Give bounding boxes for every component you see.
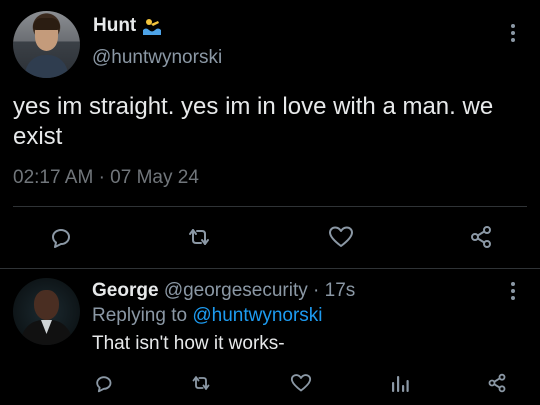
swimmer-emoji-icon xyxy=(142,16,162,36)
replying-to-label: Replying to xyxy=(92,305,188,326)
reply-text: That isn't how it works- xyxy=(92,333,285,354)
replying-to: Replying to @huntwynorski xyxy=(92,305,323,327)
avatar-hair xyxy=(33,18,60,30)
reply-time: 17s xyxy=(324,280,356,301)
author-display-name[interactable]: Hunt xyxy=(93,15,136,37)
avatar[interactable] xyxy=(13,278,80,345)
replying-to-handle-link[interactable]: @huntwynorski xyxy=(192,305,322,326)
avatar-face xyxy=(34,290,59,320)
tweet-timestamp: 02:17 AM · 07 May 24 xyxy=(13,167,199,189)
retweet-icon[interactable] xyxy=(190,373,212,393)
tweet-meta-separator: · xyxy=(98,167,105,188)
avatar[interactable] xyxy=(13,11,80,78)
more-options-icon[interactable] xyxy=(511,282,515,300)
divider xyxy=(0,268,540,269)
views-icon[interactable] xyxy=(390,374,410,394)
reply-icon[interactable] xyxy=(93,373,113,393)
author-handle[interactable]: @huntwynorski xyxy=(92,47,222,69)
more-options-icon[interactable] xyxy=(511,24,515,42)
retweet-icon[interactable] xyxy=(186,225,212,249)
divider xyxy=(13,206,527,207)
avatar-shirt xyxy=(25,55,68,78)
share-icon[interactable] xyxy=(487,373,507,393)
tweet-date: 07 May 24 xyxy=(110,167,199,188)
reply-author-name[interactable]: George xyxy=(92,280,159,301)
tweet-text: yes im straight. yes im in love with a m… xyxy=(13,93,494,150)
reply-header: George @georgesecurity · 17s xyxy=(92,280,355,302)
like-icon[interactable] xyxy=(328,225,354,249)
tweet-time: 02:17 AM xyxy=(13,167,94,188)
reply-icon[interactable] xyxy=(48,225,72,249)
share-icon[interactable] xyxy=(469,225,493,249)
reply-author-handle[interactable]: @georgesecurity xyxy=(164,280,308,301)
like-icon[interactable] xyxy=(290,373,312,393)
reply-separator: · xyxy=(313,280,320,301)
